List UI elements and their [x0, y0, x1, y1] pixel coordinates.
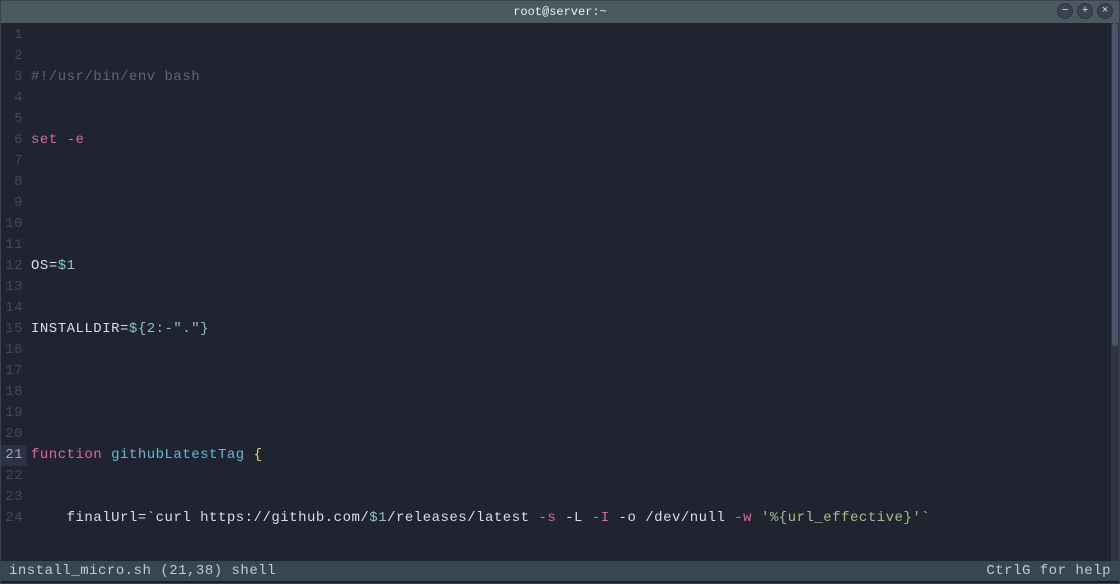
keyword-function: function	[31, 447, 102, 463]
scrollbar[interactable]	[1111, 23, 1119, 561]
flag-e: -e	[67, 132, 85, 148]
line-number: 19	[1, 403, 27, 424]
maximize-button[interactable]: +	[1077, 3, 1093, 19]
line-number: 12	[1, 256, 27, 277]
line-number: 10	[1, 214, 27, 235]
line-number: 22	[1, 466, 27, 487]
line-number: 23	[1, 487, 27, 508]
editor-area[interactable]: 1 2 3 4 5 6 7 8 9 10 11 12 13 14 15 16 1…	[1, 23, 1119, 561]
statusbar: install_micro.sh (21,38) shell CtrlG for…	[1, 561, 1119, 583]
status-left: install_micro.sh (21,38) shell	[9, 563, 276, 579]
gutter: 1 2 3 4 5 6 7 8 9 10 11 12 13 14 15 16 1…	[1, 23, 27, 561]
line-number: 24	[1, 508, 27, 529]
line-number: 1	[1, 25, 27, 46]
shebang: #!/usr/bin/env bash	[31, 69, 200, 85]
line-number-active: 21	[1, 445, 27, 466]
line-number: 15	[1, 319, 27, 340]
close-button[interactable]: ×	[1097, 3, 1113, 19]
var-os: OS	[31, 258, 49, 274]
scrollbar-thumb[interactable]	[1112, 23, 1118, 346]
minimize-button[interactable]: −	[1057, 3, 1073, 19]
line-number: 13	[1, 277, 27, 298]
window-controls: − + ×	[1057, 3, 1113, 19]
keyword-set: set	[31, 132, 58, 148]
function-name: githubLatestTag	[111, 447, 245, 463]
line-number: 5	[1, 109, 27, 130]
code-content[interactable]: #!/usr/bin/env bash set -e OS=$1 INSTALL…	[27, 23, 1119, 561]
line-number: 14	[1, 298, 27, 319]
line-number: 8	[1, 172, 27, 193]
line-number: 7	[1, 151, 27, 172]
line-number: 17	[1, 361, 27, 382]
line-number: 11	[1, 235, 27, 256]
line-number: 6	[1, 130, 27, 151]
line-number: 2	[1, 46, 27, 67]
var-installdir: INSTALLDIR	[31, 321, 120, 337]
val: ${2:-"."}	[129, 321, 209, 337]
line-number: 3	[1, 67, 27, 88]
line-number: 9	[1, 193, 27, 214]
line-number: 16	[1, 340, 27, 361]
window-title: root@server:~	[513, 5, 607, 19]
val: $1	[58, 258, 76, 274]
titlebar[interactable]: root@server:~ − + ×	[1, 1, 1119, 23]
line-number: 20	[1, 424, 27, 445]
status-right: CtrlG for help	[986, 563, 1111, 579]
line-number: 4	[1, 88, 27, 109]
line-number: 18	[1, 382, 27, 403]
terminal-window: root@server:~ − + × 1 2 3 4 5 6 7 8 9 10…	[0, 0, 1120, 584]
